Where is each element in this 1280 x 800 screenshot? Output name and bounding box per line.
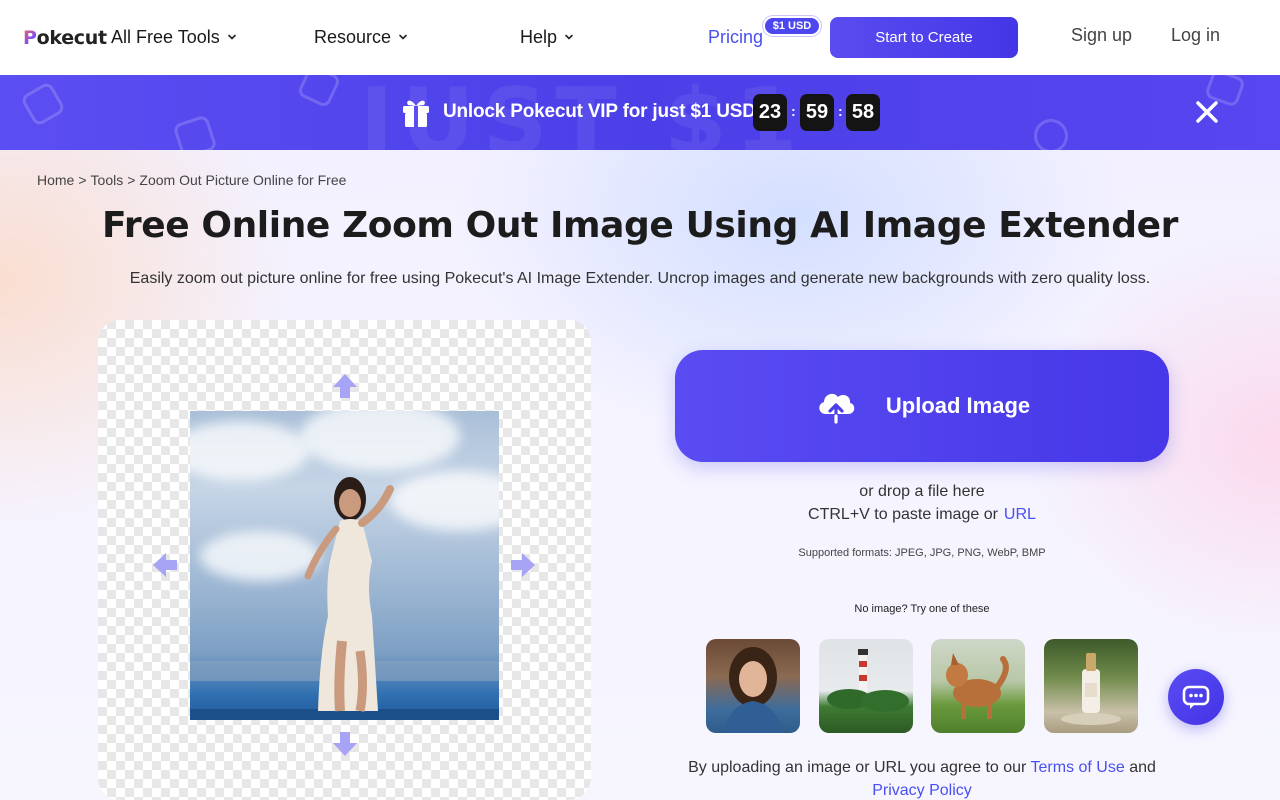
- sample-woman-portrait-image: [724, 647, 782, 733]
- breadcrumb-separator: >: [127, 172, 136, 188]
- pricing-badge: $1 USD: [763, 16, 821, 36]
- portrait-decoration-icon: [172, 114, 218, 150]
- terms-of-use-link[interactable]: Terms of Use: [1031, 759, 1125, 776]
- sign-up-link[interactable]: Sign up: [1071, 25, 1132, 46]
- logo-text: Pokecut: [23, 27, 107, 49]
- banner-offer-text: Unlock Pokecut VIP for just $1 USD: [443, 101, 756, 122]
- countdown-seconds: 58: [846, 94, 880, 131]
- sample-serum-bottle[interactable]: [1044, 639, 1138, 733]
- paste-hint-text: CTRL+V to paste image or: [808, 506, 998, 523]
- arrow-up-icon: [333, 374, 357, 398]
- promo-banner: JUST $1 Unlock Pokecut VIP for just $1 U…: [0, 75, 1280, 150]
- privacy-policy-link[interactable]: Privacy Policy: [872, 782, 972, 799]
- chat-bubble-icon: [1182, 685, 1210, 709]
- countdown-separator: :: [791, 103, 796, 119]
- drop-file-hint: or drop a file here: [859, 483, 985, 500]
- hd-badge-decoration-icon: [19, 80, 67, 128]
- sample-images-hint: No image? Try one of these: [854, 603, 990, 615]
- start-to-create-button[interactable]: Start to Create: [830, 17, 1018, 58]
- countdown-minutes: 59: [800, 94, 834, 131]
- sample-lighthouse[interactable]: [819, 639, 913, 733]
- page-subtitle: Easily zoom out picture online for free …: [129, 270, 1151, 287]
- breadcrumb-tools[interactable]: Tools: [91, 172, 124, 188]
- zoom-out-demo-panel: [98, 320, 591, 800]
- grid-decoration-icon: [296, 75, 342, 109]
- pokecut-logo[interactable]: Pokecut: [23, 24, 107, 52]
- nav-all-free-tools[interactable]: All Free Tools: [111, 25, 237, 49]
- breadcrumb-separator: >: [78, 172, 87, 188]
- countdown-separator: :: [838, 103, 843, 119]
- cloud-upload-icon: [819, 393, 855, 424]
- breadcrumb: Home > Tools > Zoom Out Picture Online f…: [37, 172, 346, 188]
- terms-notice: By uploading an image or URL you agree t…: [675, 756, 1169, 800]
- supported-formats: Supported formats: JPEG, JPG, PNG, WebP,…: [798, 547, 1046, 559]
- arrow-left-icon: [153, 553, 177, 577]
- log-in-link[interactable]: Log in: [1171, 25, 1220, 46]
- sample-dog[interactable]: [931, 639, 1025, 733]
- nav-help[interactable]: Help: [520, 25, 574, 49]
- arrow-down-icon: [333, 732, 357, 756]
- demo-woman-figure: [190, 477, 499, 720]
- sample-dog-image: [946, 653, 1009, 719]
- terms-prefix: By uploading an image or URL you agree t…: [688, 759, 1027, 776]
- sample-woman-portrait[interactable]: [706, 639, 800, 733]
- arrow-right-icon: [511, 553, 535, 577]
- chevron-down-icon: [565, 34, 573, 40]
- terms-and: and: [1129, 759, 1156, 776]
- nav-resource-label: Resource: [314, 26, 392, 47]
- breadcrumb-current: Zoom Out Picture Online for Free: [139, 172, 347, 188]
- chevron-down-icon: [399, 34, 407, 40]
- page-title: Free Online Zoom Out Image Using AI Imag…: [101, 205, 1179, 246]
- pricing-link[interactable]: Pricing: [708, 25, 763, 49]
- gift-icon: [403, 100, 429, 127]
- upload-image-button[interactable]: Upload Image: [675, 350, 1169, 462]
- breadcrumb-home[interactable]: Home: [37, 172, 74, 188]
- countdown-hours: 23: [753, 94, 787, 131]
- upload-image-label: Upload Image: [885, 393, 1031, 418]
- chevron-down-icon: [227, 34, 236, 40]
- smile-decoration-icon: [1030, 115, 1072, 150]
- close-icon[interactable]: [1194, 99, 1220, 125]
- top-navigation: Pokecut All Free Tools Resource Help Pri…: [0, 0, 1280, 75]
- chat-support-button[interactable]: [1168, 669, 1224, 725]
- url-link[interactable]: URL: [1004, 506, 1036, 523]
- nav-all-free-tools-label: All Free Tools: [111, 26, 220, 47]
- main-content: Home > Tools > Zoom Out Picture Online f…: [0, 150, 1280, 800]
- nav-resource[interactable]: Resource: [314, 25, 408, 49]
- sample-lighthouse-image: [827, 649, 909, 712]
- nav-help-label: Help: [520, 26, 558, 47]
- demo-photo: [190, 411, 499, 720]
- sample-serum-bottle-image: [1061, 653, 1121, 725]
- paste-hint: CTRL+V to paste image or URL: [675, 506, 1169, 524]
